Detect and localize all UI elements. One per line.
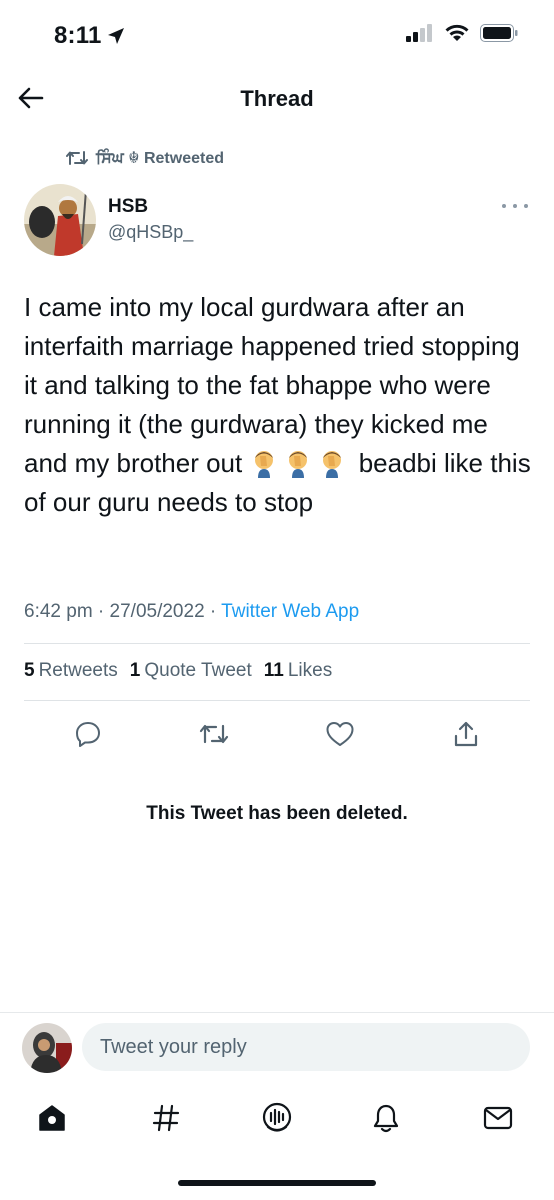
divider [24, 700, 530, 701]
like-button[interactable] [320, 714, 360, 754]
status-icons [406, 24, 518, 42]
like-icon [326, 722, 354, 746]
messages-icon [483, 1106, 513, 1130]
reply-button[interactable] [68, 714, 108, 754]
reply-input[interactable] [82, 1023, 530, 1071]
retweets-stat[interactable]: 5 Retweets [24, 660, 118, 682]
user-avatar[interactable] [22, 1023, 72, 1073]
man-facepalming-emoji-icon [323, 451, 342, 478]
notifications-icon [373, 1104, 399, 1133]
more-dot-icon [502, 204, 506, 208]
likes-label: Likes [287, 660, 333, 681]
status-bar: 8:11 [0, 0, 554, 70]
avatar-image [24, 184, 96, 256]
divider [24, 643, 530, 644]
reply-icon [76, 722, 100, 747]
tweet-timestamp: 6:42 pm · 27/05/2022 · [24, 601, 222, 622]
status-time: 8:11 [54, 22, 102, 49]
deleted-tweet-notice: This Tweet has been deleted. [146, 803, 408, 824]
thread-header: Thread [0, 70, 554, 130]
tweet-actions [0, 714, 554, 754]
likes-stat[interactable]: 11 Likes [264, 660, 332, 682]
retweets-count: 5 [24, 660, 35, 681]
bottom-tab-bar [0, 1090, 554, 1146]
retweets-label: Retweets [38, 660, 118, 681]
author-handle[interactable]: @qHSBp_ [108, 222, 193, 243]
retweeted-by-label: ਸਿੰਘ ☬ Retweeted [96, 150, 224, 167]
tab-spaces[interactable] [257, 1098, 297, 1138]
quotes-stat[interactable]: 1 Quote Tweet [130, 660, 252, 682]
retweet-icon [199, 724, 229, 744]
quotes-count: 1 [129, 660, 141, 681]
man-facepalming-emoji-icon [255, 451, 274, 478]
reply-bar [0, 1012, 554, 1083]
more-dot-icon [513, 204, 517, 208]
share-icon [454, 721, 478, 747]
retweeted-indicator[interactable]: ਸਿੰਘ ☬ Retweeted [66, 146, 224, 170]
battery-icon [480, 24, 518, 42]
explore-icon [152, 1104, 180, 1132]
more-dot-icon [524, 204, 528, 208]
tab-messages[interactable] [478, 1098, 518, 1138]
share-button[interactable] [446, 714, 486, 754]
page-title: Thread [240, 86, 314, 111]
avatar-image [22, 1023, 72, 1073]
more-options-button[interactable] [502, 198, 528, 214]
home-icon [39, 1105, 65, 1131]
retweet-button[interactable] [194, 714, 234, 754]
tweet-stats: 5 Retweets 1 Quote Tweet 11 Likes [24, 660, 332, 682]
tab-home[interactable] [32, 1098, 72, 1138]
home-indicator [178, 1180, 376, 1186]
source-app-link[interactable]: Twitter Web App [221, 601, 359, 622]
wifi-icon [445, 24, 469, 41]
tweet-text: I came into my local gurdwara after an i… [24, 288, 534, 522]
spaces-icon [262, 1102, 292, 1132]
author-avatar[interactable] [24, 184, 96, 256]
likes-count: 11 [263, 660, 284, 681]
tab-explore[interactable] [146, 1098, 186, 1138]
author-name[interactable]: HSB [108, 196, 148, 218]
quotes-label: Quote Tweet [144, 660, 252, 681]
tweet-metadata: 6:42 pm · 27/05/2022 · Twitter Web App [24, 601, 359, 623]
tab-notifications[interactable] [366, 1098, 406, 1138]
man-facepalming-emoji-icon [289, 451, 308, 478]
location-arrow-icon [108, 28, 124, 44]
retweet-small-icon [66, 151, 88, 165]
signal-icon [406, 24, 432, 42]
